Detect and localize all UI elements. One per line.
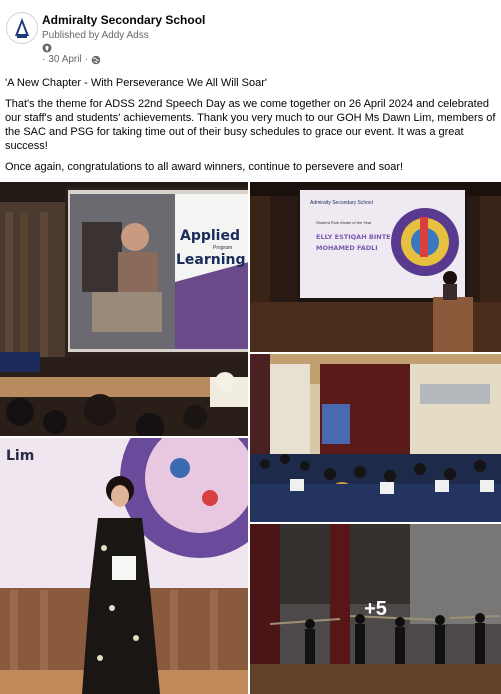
photo-grid: Applied Program Learning Admiralty Secon…	[0, 182, 501, 694]
meta-separator: ·	[42, 54, 46, 65]
award-slide-photo: Admiralty Secondary School Student Role …	[250, 182, 501, 352]
post-quote: 'A New Chapter - With Perseverance We Al…	[5, 77, 267, 89]
slide-title: Applied	[180, 228, 240, 244]
post-paragraph: That's the theme for ADSS 22nd Speech Da…	[5, 98, 496, 152]
slide-title: Learning	[176, 252, 246, 268]
meta-separator: ·	[84, 54, 89, 65]
guest-of-honour-photo: Lim	[0, 438, 248, 694]
band-performance-photo	[250, 354, 501, 522]
post-meta: · 30 April ·	[42, 54, 101, 65]
photo-5[interactable]: +5	[250, 524, 501, 694]
slide-subtitle: Program	[213, 245, 232, 251]
facebook-post: Admiralty Secondary School Published by …	[0, 0, 501, 694]
school-crest-icon	[15, 18, 29, 38]
auditorium-slide-photo: Applied Program Learning	[0, 182, 248, 436]
location-pin-icon[interactable]	[42, 43, 52, 53]
photo-2[interactable]: Admiralty Secondary School Student Role …	[250, 182, 501, 352]
more-photos-count: +5	[364, 597, 387, 620]
post-date[interactable]: 30 April	[48, 54, 81, 65]
more-photos-overlay[interactable]: +5	[250, 524, 501, 694]
post-paragraph: Once again, congratulations to all award…	[5, 161, 404, 173]
photo-3[interactable]	[250, 354, 501, 522]
photo-1[interactable]: Applied Program Learning	[0, 182, 248, 436]
page-name[interactable]: Admiralty Secondary School	[42, 13, 205, 27]
slide-text: Lim	[6, 448, 34, 464]
post-header: Admiralty Secondary School Published by …	[0, 0, 501, 72]
slide-name: MOHAMED FADLI	[316, 244, 378, 252]
slide-award: Student Role Model of the Year	[316, 220, 372, 225]
published-by: Published by Addy Adss	[42, 30, 149, 41]
slide-name: ELLY ESTIQAH BINTE	[316, 233, 391, 241]
photo-4[interactable]: Lim	[0, 438, 248, 694]
globe-icon	[91, 55, 101, 64]
post-text: 'A New Chapter - With Perseverance We Al…	[5, 76, 496, 181]
slide-school: Admiralty Secondary School	[310, 200, 373, 206]
page-avatar[interactable]	[6, 12, 38, 44]
